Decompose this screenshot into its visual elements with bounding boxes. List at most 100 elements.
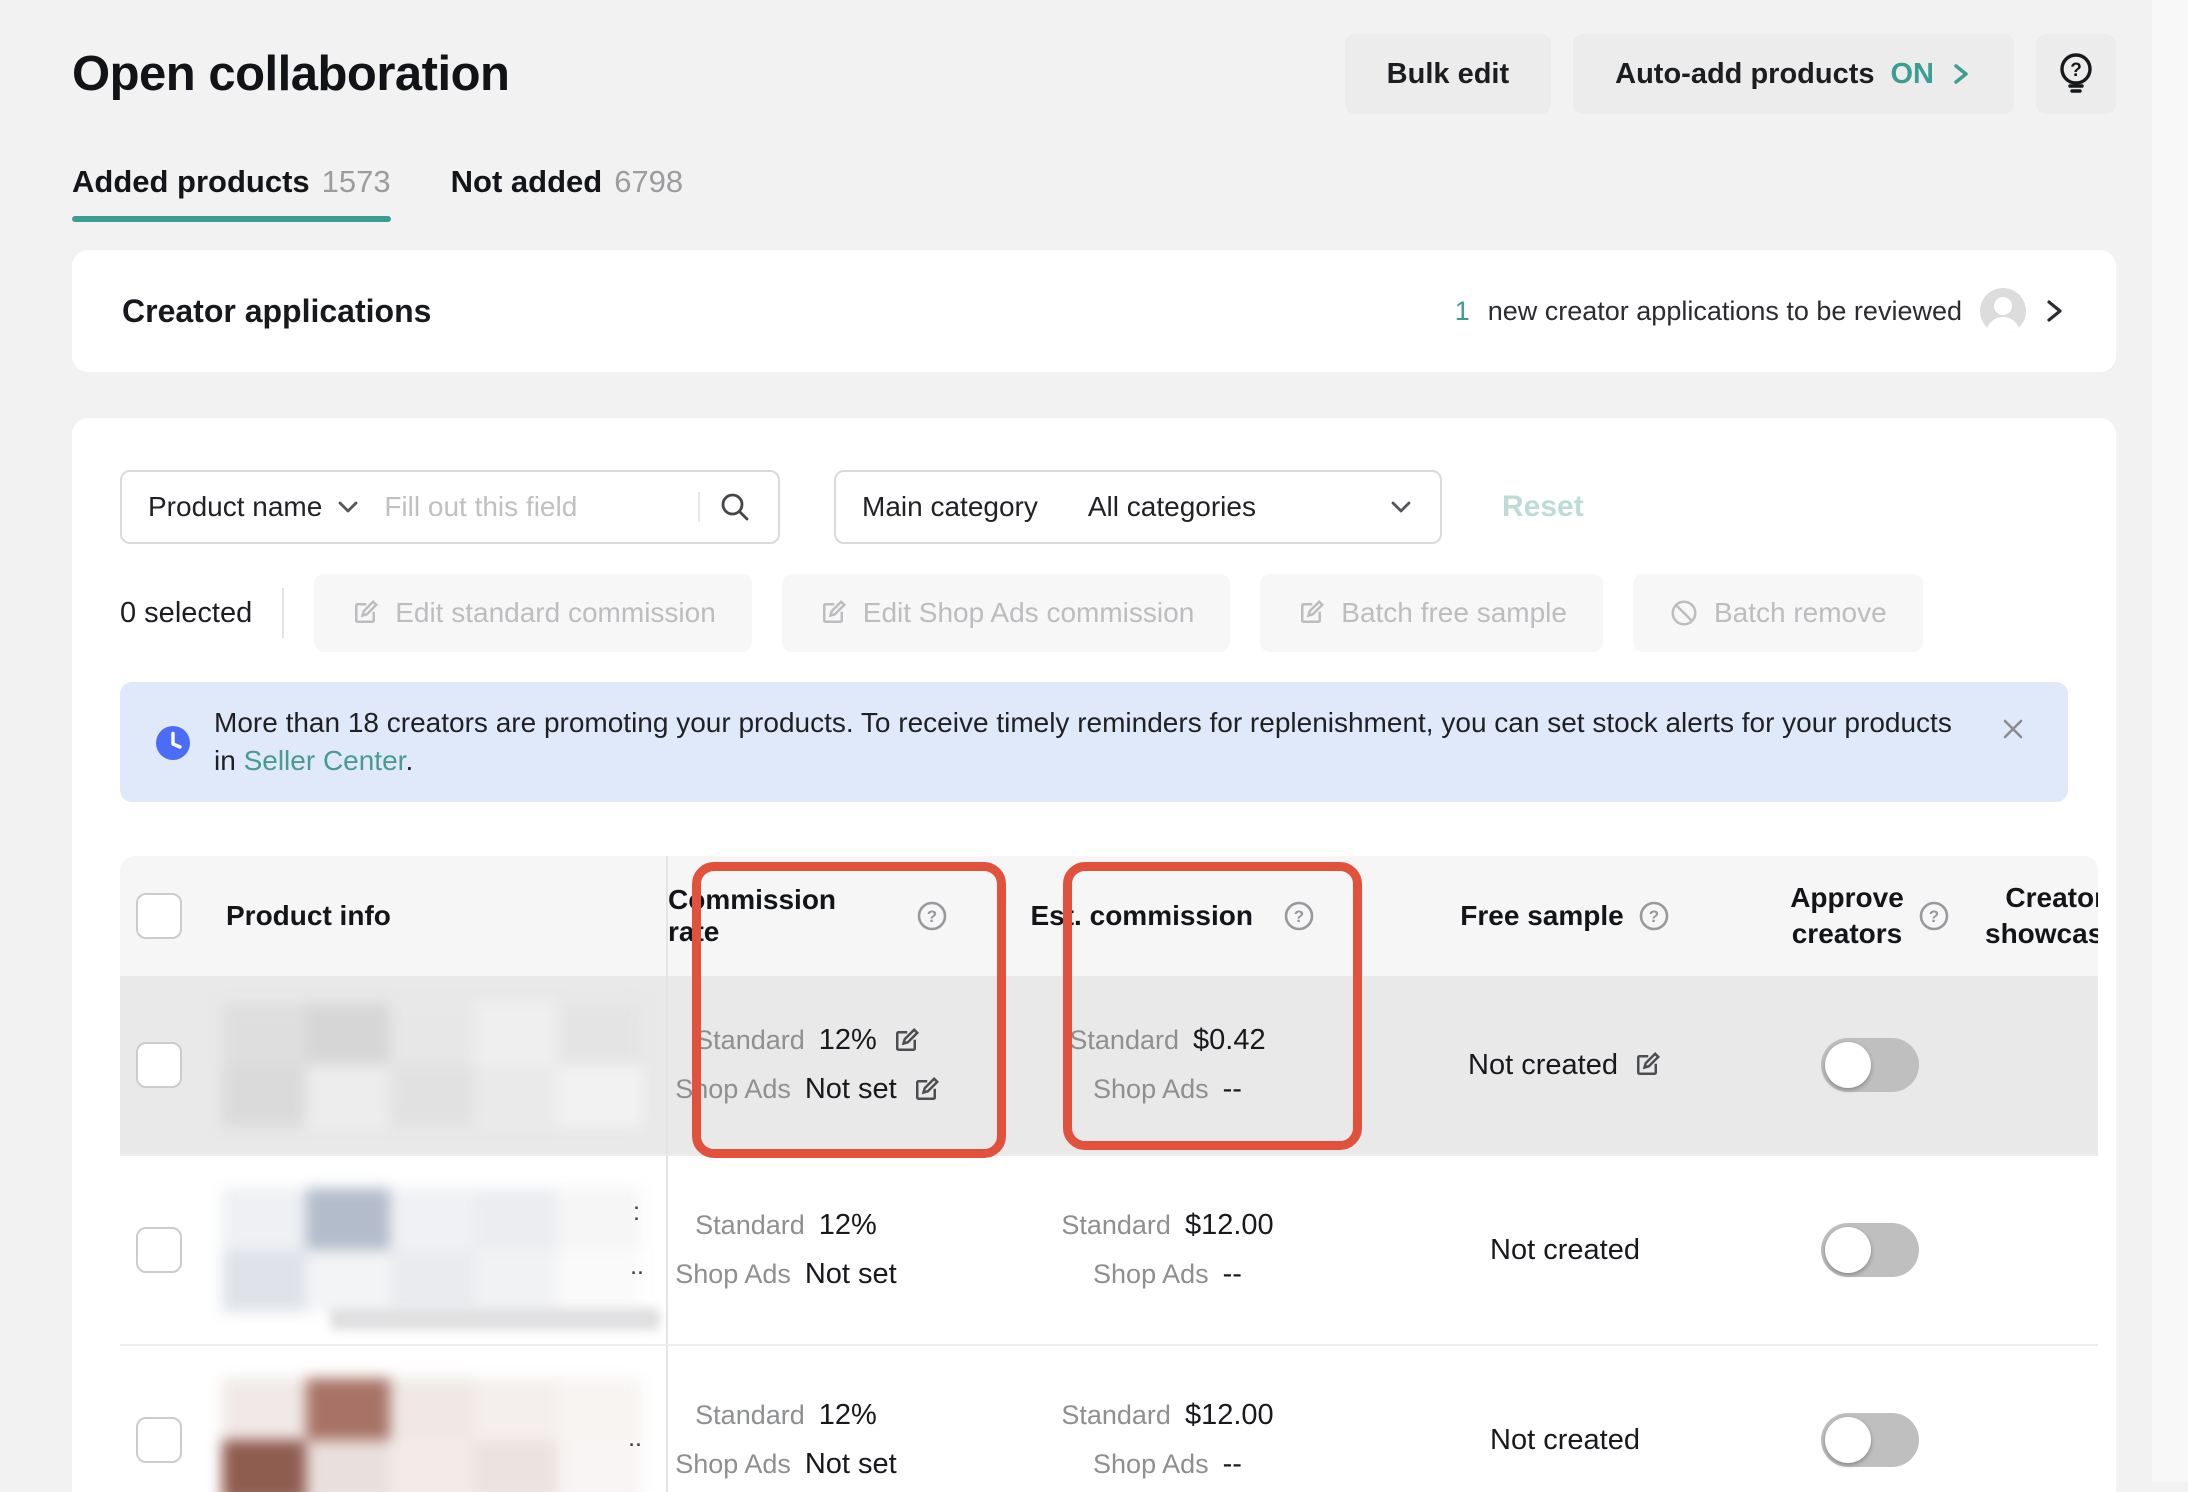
chevron-right-icon[interactable] [2044,294,2066,328]
edit-icon[interactable] [911,1075,941,1105]
reset-button[interactable]: Reset [1496,489,1590,525]
products-table: Product info Commission rate ? Est. comm… [120,856,2098,1492]
table-row[interactable]: .. Standard 12% Shop Ads Not set Standar… [120,1344,2098,1492]
header-showcase-line1: Creator [2005,882,2098,913]
truncated-text: : [633,1198,640,1227]
table-header-row: Product info Commission rate ? Est. comm… [120,856,2098,976]
main-card: Product name Main category All categorie… [72,418,2116,1492]
main-category-select[interactable]: Main category All categories [834,470,1442,544]
banner-text-before: More than 18 creators are promoting your… [214,707,1952,776]
banner-text: More than 18 creators are promoting your… [214,704,1968,780]
search-field-selector[interactable]: Product name [148,491,360,523]
bulk-edit-label: Bulk edit [1387,58,1509,91]
shop-ads-rate-value: Not set [805,1448,897,1481]
svg-text:?: ? [1649,907,1659,926]
page-title: Open collaboration [72,46,509,102]
auto-add-products-button[interactable]: Auto-add products ON [1573,34,2014,114]
chevron-down-icon [1388,498,1414,516]
batch-remove-button[interactable]: Batch remove [1633,574,1923,652]
shop-ads-label: Shop Ads [1093,1074,1209,1105]
banner-text-after: . [405,745,413,776]
shop-ads-label: Shop Ads [675,1449,791,1480]
approve-creators-toggle[interactable] [1821,1223,1919,1277]
product-info-cell: .. [200,1346,668,1492]
svg-text:?: ? [2070,60,2082,81]
est-commission-cell: Standard $12.00 Shop Ads -- [1020,1346,1375,1492]
edit-shop-ads-commission-button[interactable]: Edit Shop Ads commission [782,574,1231,652]
approve-creators-cell [1755,976,1985,1154]
approve-creators-cell [1755,1156,1985,1344]
header-approve-line2: creators [1792,916,1903,952]
question-circle-icon[interactable]: ? [916,900,948,932]
approve-creators-toggle[interactable] [1821,1038,1919,1092]
tab-added-products-label: Added products [72,164,310,200]
select-all-checkbox[interactable] [136,893,182,939]
creator-applications-message: new creator applications to be reviewed [1488,296,1962,327]
header-commission-rate-label: Commission rate [668,884,886,948]
table-row[interactable]: : .. Standard 12% Shop Ads Not set [120,1154,2098,1344]
edit-icon[interactable] [1632,1050,1662,1080]
approve-creators-toggle[interactable] [1821,1413,1919,1467]
batch-remove-label: Batch remove [1714,597,1887,629]
help-button[interactable]: ? [2036,34,2116,114]
creator-showcase-cell [1985,1156,2098,1344]
commission-rate-cell: Standard 12% Shop Ads Not set [668,976,1020,1154]
chevron-right-icon [1950,59,1972,89]
filter-bar: Product name Main category All categorie… [120,470,2068,544]
commission-rate-cell: Standard 12% Shop Ads Not set [668,1156,1020,1344]
search-field-selector-value: Product name [148,491,322,523]
close-icon[interactable] [1998,714,2028,744]
shop-ads-label: Shop Ads [1093,1449,1209,1480]
tab-added-products-count: 1573 [322,164,391,200]
standard-label: Standard [1061,1210,1171,1241]
top-bar: Open collaboration Bulk edit Auto-add pr… [72,0,2116,114]
tab-added-products[interactable]: Added products 1573 [72,164,391,222]
row-checkbox[interactable] [136,1417,182,1463]
clock-icon [154,706,192,780]
commission-rate-cell: Standard 12% Shop Ads Not set [668,1346,1020,1492]
product-id-blurred [330,1308,660,1330]
batch-free-sample-button[interactable]: Batch free sample [1260,574,1603,652]
search-icon[interactable] [718,490,752,524]
est-shop-ads-value: -- [1223,1073,1242,1106]
truncated-text: .. [628,1424,642,1453]
question-circle-icon[interactable]: ? [1918,900,1950,932]
est-commission-cell: Standard $0.42 Shop Ads -- [1020,976,1375,1154]
product-image-blurred [222,1188,642,1312]
header-est-commission-label: Est. commission [1030,900,1253,932]
question-circle-icon[interactable]: ? [1283,900,1315,932]
edit-standard-commission-button[interactable]: Edit standard commission [314,574,752,652]
bulk-edit-button[interactable]: Bulk edit [1345,34,1551,114]
main-category-label: Main category [862,491,1038,523]
svg-text:?: ? [1294,907,1304,926]
tab-not-added[interactable]: Not added 6798 [451,164,684,222]
batch-free-sample-label: Batch free sample [1341,597,1567,629]
help-lightbulb-icon: ? [2054,50,2098,98]
row-checkbox[interactable] [136,1227,182,1273]
header-free-sample: Free sample ? [1375,856,1755,976]
edit-shop-ads-commission-label: Edit Shop Ads commission [863,597,1195,629]
product-image-blurred [222,1378,642,1492]
seller-center-link[interactable]: Seller Center [244,745,406,776]
creator-applications-card[interactable]: Creator applications 1 new creator appli… [72,250,2116,372]
shop-ads-label: Shop Ads [1093,1259,1209,1290]
row-checkbox[interactable] [136,1042,182,1088]
est-shop-ads-value: -- [1223,1258,1242,1291]
standard-label: Standard [695,1210,805,1241]
auto-add-label: Auto-add products [1615,58,1874,91]
scrollbar-track[interactable] [2152,0,2188,1482]
standard-label: Standard [1069,1025,1179,1056]
shop-ads-rate-value: Not set [805,1073,897,1106]
est-standard-value: $0.42 [1193,1024,1266,1057]
table-row[interactable]: Standard 12% Shop Ads Not set [120,976,2098,1154]
free-sample-status: Not created [1468,1049,1618,1082]
question-circle-icon[interactable]: ? [1638,900,1670,932]
standard-label: Standard [1061,1400,1171,1431]
free-sample-status: Not created [1490,1234,1640,1267]
standard-label: Standard [695,1400,805,1431]
header-approve-line1: Approve [1790,880,1904,916]
edit-icon[interactable] [891,1026,921,1056]
header-commission-rate: Commission rate ? [668,856,1020,976]
header-approve-creators: Approve creators ? [1755,856,1985,976]
product-search-input[interactable] [382,490,698,524]
